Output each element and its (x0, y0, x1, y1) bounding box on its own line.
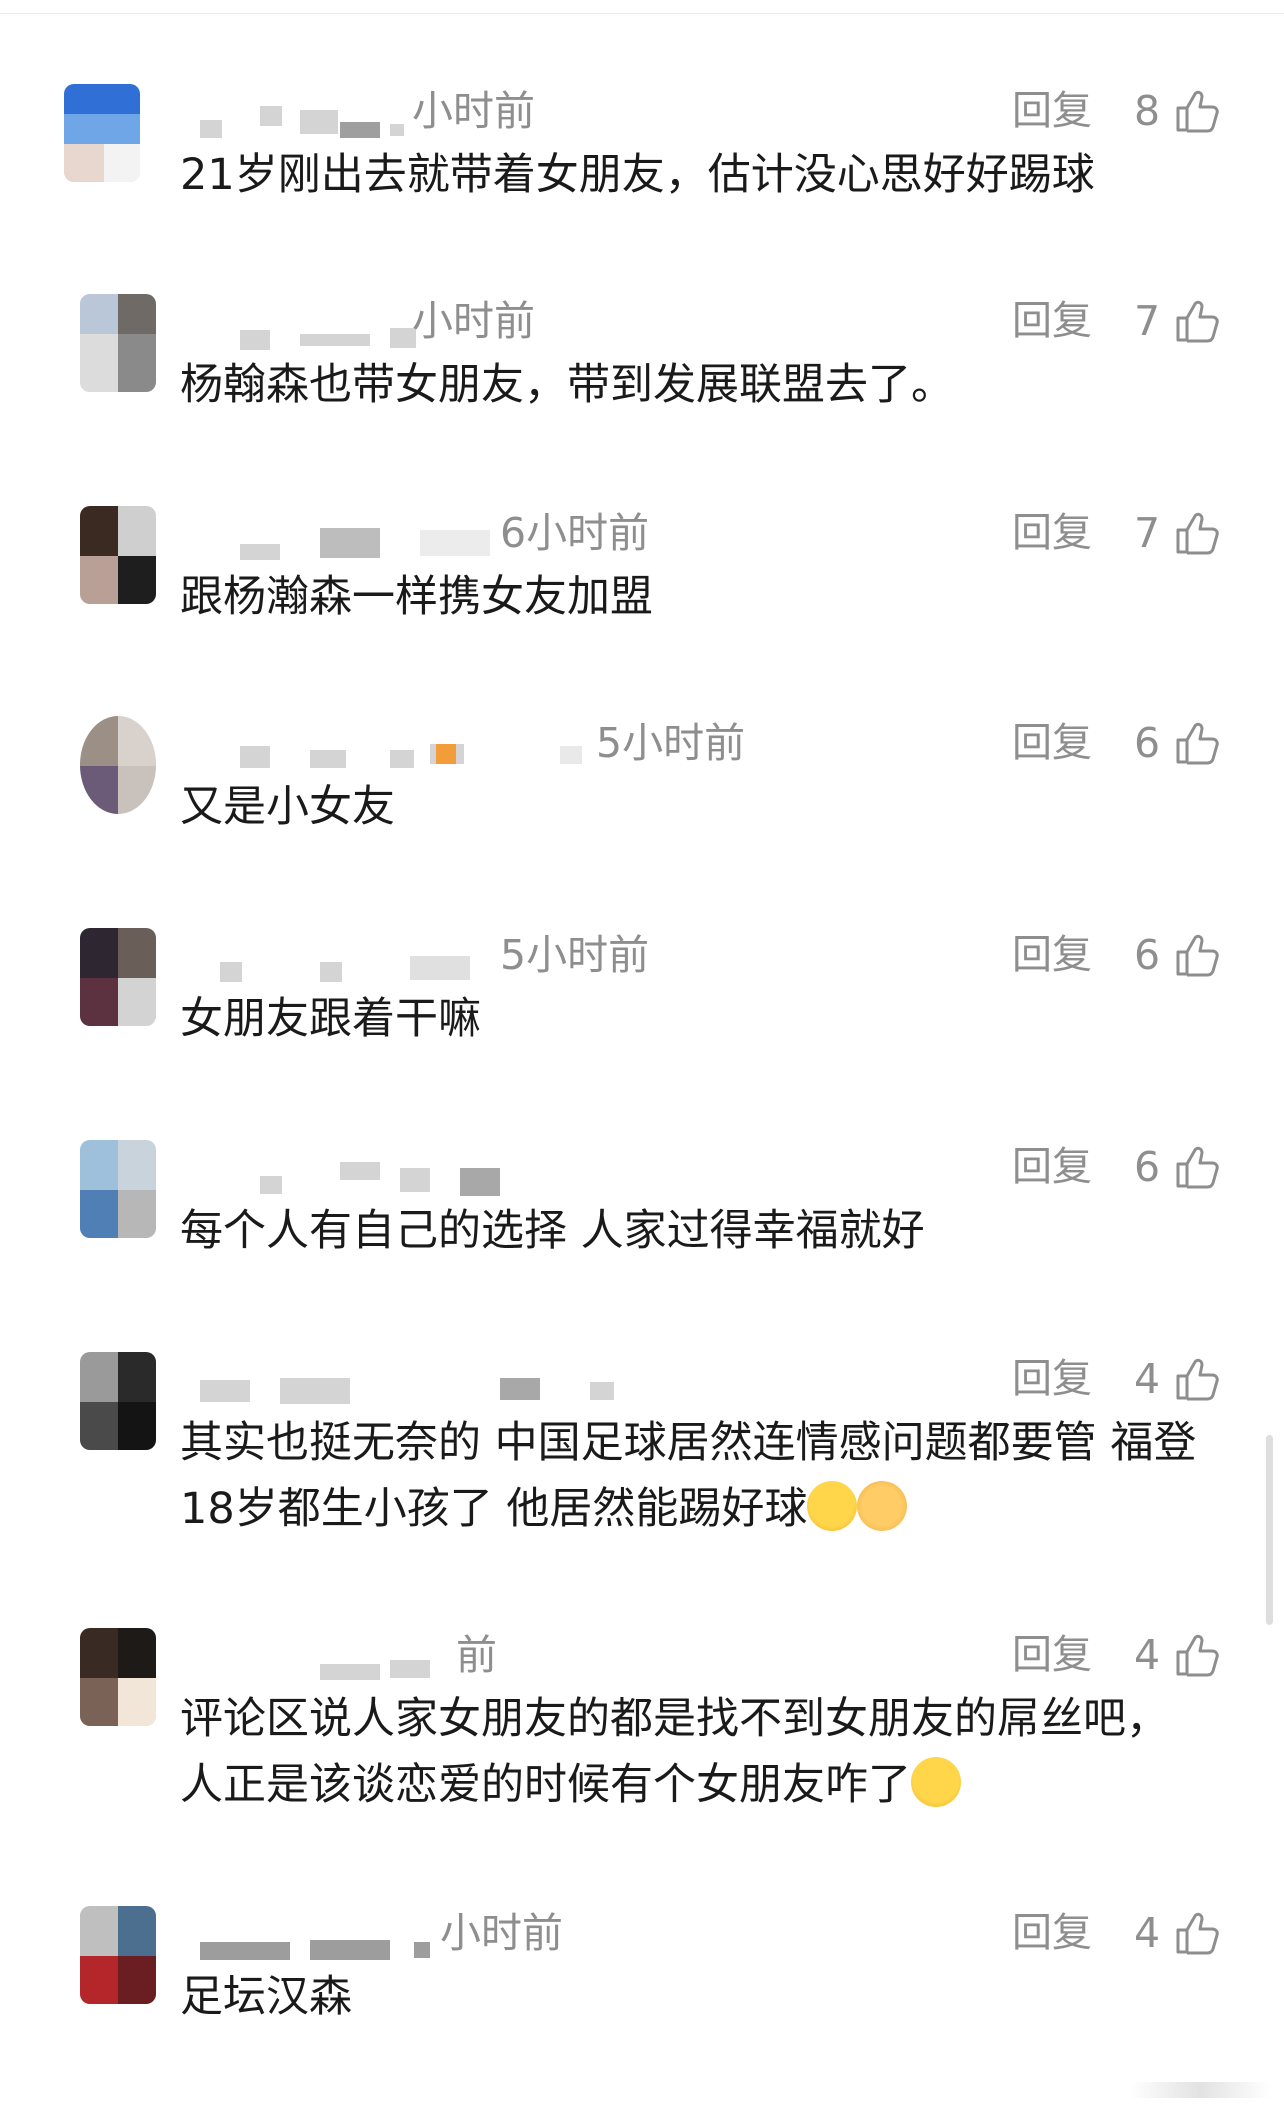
reply-button[interactable]: 回复 (1012, 1354, 1092, 1404)
like-count: 7 (1134, 509, 1161, 557)
reply-button[interactable]: 回复 (1012, 1142, 1092, 1192)
watermark-fade (1130, 2082, 1270, 2098)
thumbs-up-icon[interactable] (1174, 88, 1220, 134)
comment-text: 每个人有自己的选择 人家过得幸福就好 (180, 1206, 925, 1256)
thumbs-up-icon[interactable] (1174, 1632, 1220, 1678)
avatar[interactable] (80, 1628, 156, 1726)
like-count: 4 (1134, 1631, 1161, 1679)
thumbs-up-icon[interactable] (1174, 1910, 1220, 1956)
avatar[interactable] (64, 84, 140, 182)
thumbs-up-icon[interactable] (1174, 510, 1220, 556)
top-divider (0, 0, 1284, 14)
comment-time: 小时前 (412, 297, 535, 345)
thumbs-up-icon[interactable] (1174, 720, 1220, 766)
thumbs-up-icon[interactable] (1174, 1144, 1220, 1190)
comment-text: 跟杨瀚森一样携女友加盟 (180, 572, 653, 622)
ok-hand-emoji-icon (857, 1481, 908, 1531)
like-count: 4 (1134, 1909, 1161, 1957)
like-count: 4 (1134, 1355, 1161, 1403)
comment-text: 杨翰森也带女朋友，带到发展联盟去了。 (180, 360, 954, 410)
like-count: 6 (1134, 719, 1161, 767)
like-count: 6 (1134, 931, 1161, 979)
comment-text-body: 评论区说人家女朋友的都是找不到女朋友的屌丝吧，人正是该谈恋爱的时候有个女朋友咋了 (180, 1694, 1169, 1810)
comment-time: 小时前 (440, 1909, 563, 1957)
like-count: 8 (1134, 87, 1161, 135)
reply-button[interactable]: 回复 (1012, 1630, 1092, 1680)
comment-time: 5小时前 (500, 931, 650, 979)
comment-text: 评论区说人家女朋友的都是找不到女朋友的屌丝吧，人正是该谈恋爱的时候有个女朋友咋了 (180, 1686, 1210, 1818)
comment-time: 6小时前 (500, 509, 650, 557)
comment-text: 足坛汉森 (180, 1972, 352, 2022)
reply-button[interactable]: 回复 (1012, 508, 1092, 558)
comment-time: 小时前 (412, 87, 535, 135)
avatar[interactable] (80, 928, 156, 1026)
comment-time: 5小时前 (596, 719, 746, 767)
avatar[interactable] (80, 506, 156, 604)
laugh-cry-emoji-icon (911, 1757, 961, 1807)
comment-text: 其实也挺无奈的 中国足球居然连情感问题都要管 福登18岁都生小孩了 他居然能踢好… (180, 1410, 1210, 1542)
comment-text: 21岁刚出去就带着女朋友，估计没心思好好踢球 (180, 150, 1095, 200)
reply-button[interactable]: 回复 (1012, 930, 1092, 980)
avatar[interactable] (80, 1352, 156, 1450)
like-count: 7 (1134, 297, 1161, 345)
avatar[interactable] (80, 1140, 156, 1238)
scrollbar[interactable] (1266, 1435, 1273, 1625)
reply-button[interactable]: 回复 (1012, 718, 1092, 768)
thumbs-up-icon[interactable] (1174, 1356, 1220, 1402)
thumbs-up-icon[interactable] (1174, 298, 1220, 344)
like-count: 6 (1134, 1143, 1161, 1191)
comment-text: 又是小女友 (180, 782, 395, 832)
avatar[interactable] (80, 1906, 156, 2004)
avatar[interactable] (80, 716, 156, 814)
reply-button[interactable]: 回复 (1012, 296, 1092, 346)
comment-time: 前 (456, 1631, 497, 1679)
thumbs-up-icon[interactable] (1174, 932, 1220, 978)
comment-text-body: 其实也挺无奈的 中国足球居然连情感问题都要管 福登18岁都生小孩了 他居然能踢好… (180, 1418, 1197, 1534)
reply-button[interactable]: 回复 (1012, 1908, 1092, 1958)
avatar[interactable] (80, 294, 156, 392)
laugh-cry-emoji-icon (807, 1481, 858, 1531)
reply-button[interactable]: 回复 (1012, 86, 1092, 136)
comment-text: 女朋友跟着干嘛 (180, 994, 481, 1044)
